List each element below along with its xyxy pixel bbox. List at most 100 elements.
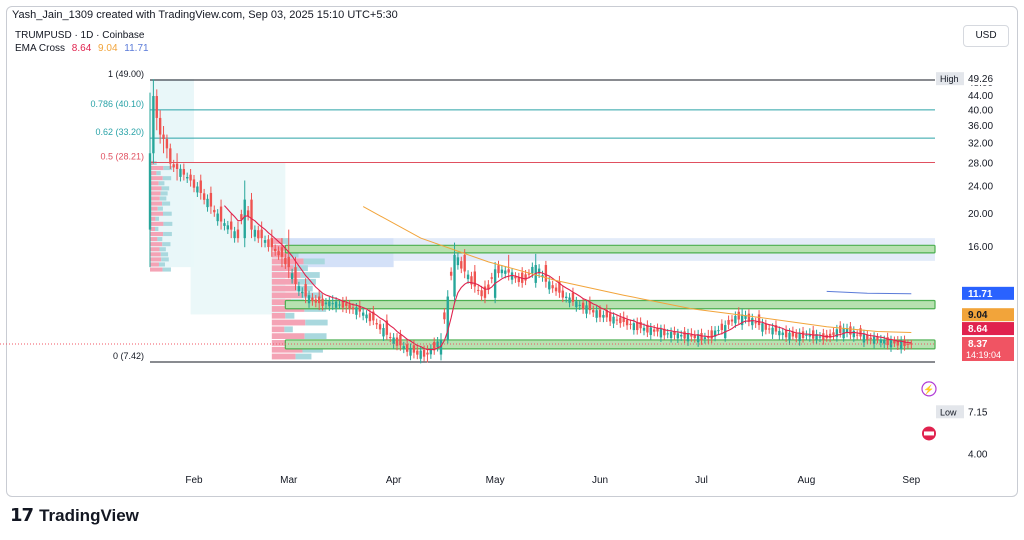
price-tag-value: 8.64 [968,324,988,335]
candle-body [504,270,507,274]
candle-body [162,134,165,140]
candle-body [784,329,788,338]
candle-body [206,198,209,208]
candle-body [196,186,199,193]
candle-body [260,229,263,239]
candle-body [192,179,196,188]
candle-body [375,323,378,325]
candle-body [879,339,883,343]
volume-profile-left-bar-down [158,181,165,186]
volume-profile-left-bar-up [150,221,164,226]
candle-body [652,329,656,332]
volume-profile-left-bar-down [162,267,171,272]
candle-body [869,337,872,340]
volume-profile-left-bar-down [162,201,171,206]
candle-body [612,316,615,324]
candle-body [294,267,297,285]
ema-slow-line [826,290,912,295]
y-tick-label: 24.00 [968,182,993,193]
candle-body [781,332,784,336]
candle-body [287,256,290,268]
candle-body [832,332,835,336]
tradingview-mark-icon: 17 [10,505,34,526]
candle-body [751,318,754,326]
candle-body [213,209,216,213]
candle-body [202,193,206,200]
fib-label-0: 1 (49.00) [108,69,144,79]
y-tick-label: 28.00 [968,159,993,170]
candle-body [778,330,781,336]
candle-body [172,164,175,168]
candle-body [531,266,534,274]
support-zone-0 [284,244,936,254]
candle-body [253,229,257,237]
ema-fast-line [223,205,912,351]
volume-profile-left-bar-up [150,267,163,272]
candle-body [169,148,172,164]
candle-body [284,257,287,265]
candle-body [649,327,652,335]
price-tag-value: 11.71 [968,289,993,300]
candle-body [280,247,284,257]
candle-body [855,334,859,336]
candle-body [490,277,493,279]
candle-body [263,240,267,243]
candle-body [764,324,768,330]
support-zone-1 [284,299,936,310]
volume-profile-mid-bar-up [271,319,306,326]
candle-body [443,312,446,320]
candle-body [852,330,855,338]
candle-body [497,265,500,274]
fib-label-3: 0.5 (28.21) [100,151,144,161]
volume-profile-mid-bar-down [285,312,295,319]
x-tick-label: May [486,475,505,486]
candle-body [805,334,808,336]
volume-profile-left-bar-up [150,181,159,186]
volume-profile-mid-bar-down [305,319,328,326]
volume-profile-mid-bar-up [271,292,303,299]
candle-body [257,230,260,239]
candle-body [412,345,416,353]
candle-body [808,334,811,337]
candle-body [250,199,253,230]
candle-body [290,273,294,280]
candle-body [680,334,683,337]
candle-body [906,343,910,345]
candle-body [632,323,636,331]
tradingview-logo[interactable]: 17 TradingView [10,505,139,526]
candle-body [186,177,189,179]
volume-profile-mid-bar-down [303,258,325,265]
volume-profile-left-bar-down [163,211,172,216]
candle-body [182,169,186,175]
candle-body [872,336,876,344]
candle-body [862,334,866,343]
candle-body [588,301,592,311]
candle-body [351,307,355,310]
candle-body [324,302,328,305]
candle-body [849,326,852,335]
volume-profile-left-bar-down [159,196,167,201]
volume-profile-left-bar-up [150,247,160,252]
candle-body [659,329,663,338]
volume-profile-mid-bar-up [271,312,286,319]
candle-body [734,315,737,324]
volume-profile-left-bar-down [163,166,173,171]
candle-body [602,314,605,318]
candle-body [757,314,761,326]
volume-profile-left-bar-down [154,160,157,166]
candle-body [155,96,158,118]
candle-body [737,311,740,320]
x-tick-label: Mar [280,475,298,486]
candle-body [341,301,345,308]
candle-body [720,323,724,331]
y-tick-label: 40.00 [968,105,993,116]
volume-profile-mid-bar-down [304,333,327,340]
candle-body [460,261,463,269]
volume-profile-left-bar-up [150,201,163,206]
candle-body [209,192,213,207]
volume-profile-left-bar-up [150,237,158,242]
candle-body [165,139,169,149]
price-chart[interactable]: 1 (49.00) 0.786 (40.10) 0.62 (33.20) 0.5 (2… [0,0,1024,500]
volume-profile-left-bar-up [150,196,160,201]
volume-profile-mid-bar-down [295,353,312,360]
